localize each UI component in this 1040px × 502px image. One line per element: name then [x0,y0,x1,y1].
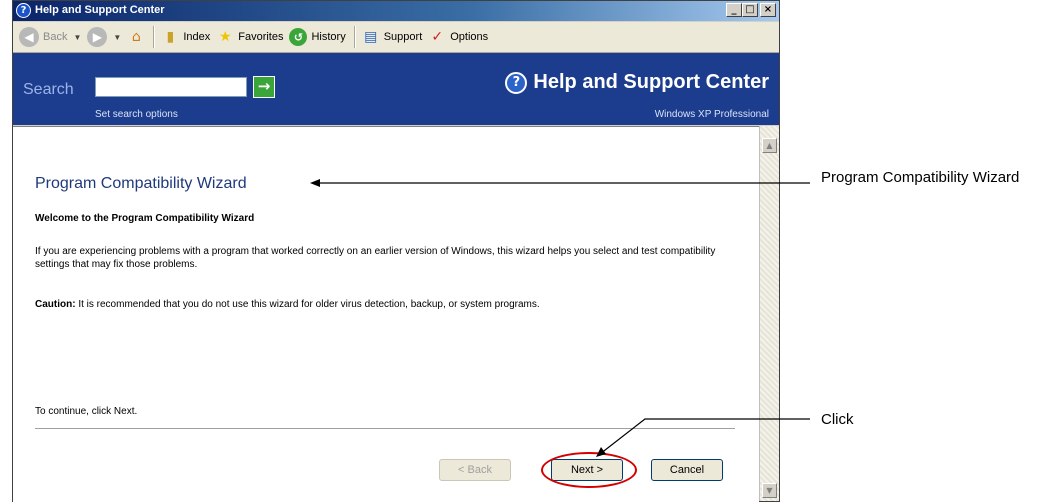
click-callout-arrowhead [596,447,606,457]
callout-lines [310,179,810,457]
title-callout-arrowhead [310,179,320,187]
click-callout-line [599,418,810,455]
click-callout-label: Click [821,411,854,428]
title-callout-label: Program Compatibility Wizard [821,169,1020,186]
